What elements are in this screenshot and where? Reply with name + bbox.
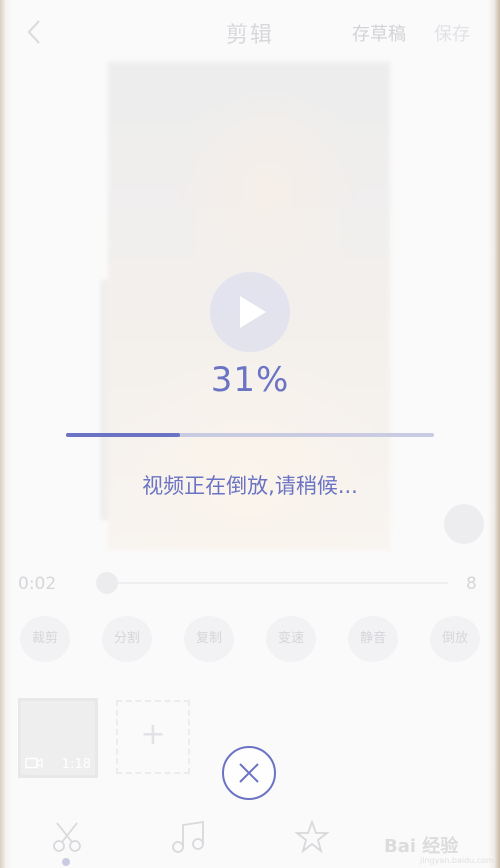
watermark-logo: Bai 经验 xyxy=(384,836,459,857)
progress-bar-fill xyxy=(66,433,181,437)
seek-handle[interactable] xyxy=(96,572,118,594)
video-camera-icon xyxy=(25,757,43,769)
seek-track[interactable] xyxy=(104,582,448,584)
split-button[interactable]: 分割 xyxy=(102,616,152,662)
add-clip-button[interactable]: + xyxy=(116,700,190,774)
clip-duration: 1:18 xyxy=(61,757,91,772)
active-tab-indicator xyxy=(62,858,70,866)
music-note-icon[interactable] xyxy=(170,820,206,854)
close-icon xyxy=(239,763,259,783)
scissors-icon[interactable] xyxy=(50,820,84,854)
clip-thumbnail[interactable]: 1:18 xyxy=(18,698,98,778)
star-effects-icon[interactable] xyxy=(294,820,330,854)
speed-button[interactable]: 变速 xyxy=(266,616,316,662)
play-icon xyxy=(240,296,266,328)
crop-button[interactable]: 裁剪 xyxy=(20,616,70,662)
processing-status-text: 视频正在倒放,请稍候... xyxy=(142,474,358,498)
progress-bar xyxy=(66,433,434,437)
save-draft-button[interactable]: 存草稿 xyxy=(352,20,406,46)
page-title: 剪辑 xyxy=(225,23,274,48)
video-editor-screen: 剪辑 存草稿 保存 31% 视频正在倒放,请稍候... 0:02 8 裁剪 分割… xyxy=(0,0,500,868)
end-time: 8 xyxy=(466,574,477,594)
mute-button[interactable]: 静音 xyxy=(348,616,398,662)
header-bar: 剪辑 存草稿 保存 xyxy=(0,0,500,66)
save-button[interactable]: 保存 xyxy=(434,20,470,46)
watermark-url: jingyan.baidu.com xyxy=(420,856,494,865)
reverse-button[interactable]: 倒放 xyxy=(430,616,480,662)
plus-icon: + xyxy=(140,717,166,752)
copy-button[interactable]: 复制 xyxy=(184,616,234,662)
cancel-processing-button[interactable] xyxy=(222,746,276,800)
play-button[interactable] xyxy=(210,272,290,352)
progress-percent: 31% xyxy=(210,360,290,400)
side-handle xyxy=(444,504,484,544)
current-time: 0:02 xyxy=(18,574,57,594)
